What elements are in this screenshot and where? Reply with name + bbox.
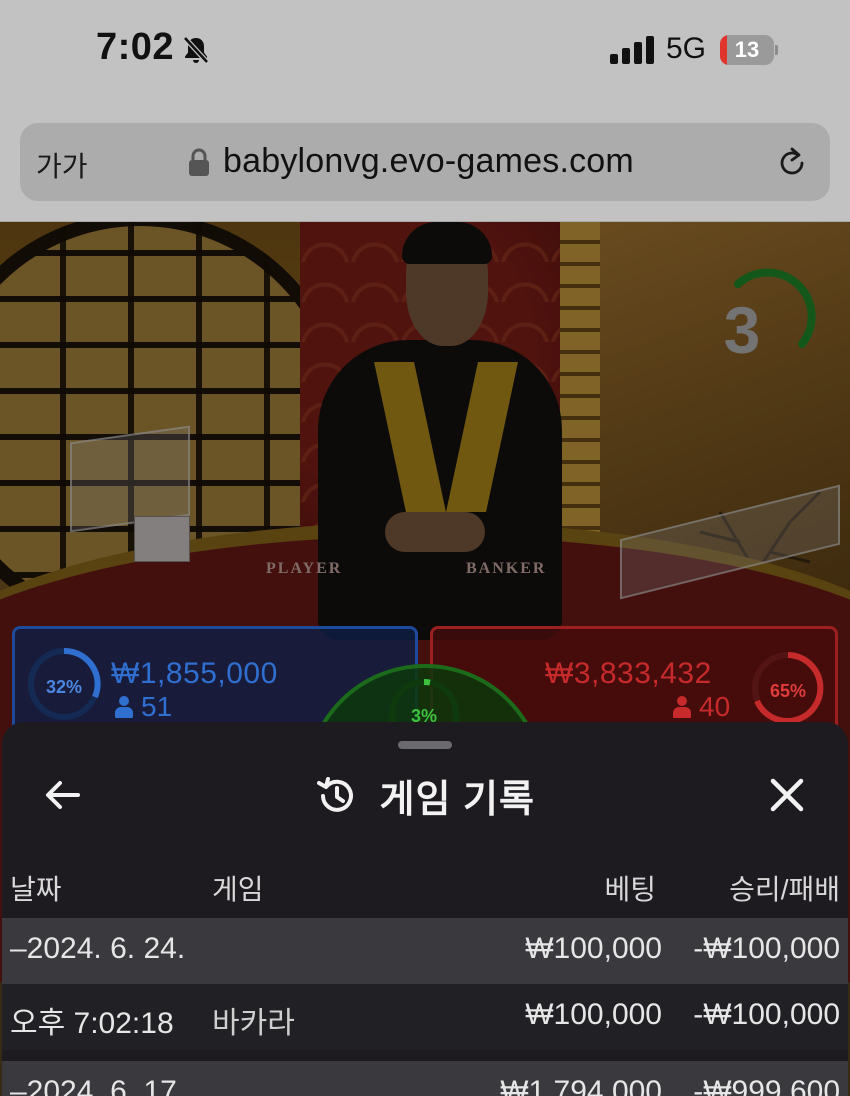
player-percent: 32% [45, 677, 83, 697]
text-size-button[interactable]: 가가 [36, 145, 88, 185]
network-type: 5G [666, 32, 707, 65]
player-count: 51 [115, 691, 172, 723]
sheet-title: 게임 기록 [379, 779, 535, 821]
row-date: –2024. 6. 24. [10, 932, 186, 965]
row-bet: ₩100,000 [525, 932, 662, 965]
battery-percent: 13 [734, 37, 760, 62]
row-bet: ₩1,794,000 [500, 1075, 662, 1096]
url-text[interactable]: babylonvg.evo-games.com [223, 142, 634, 181]
bell-slash-icon [183, 36, 209, 64]
column-date: 날짜 [10, 874, 62, 905]
history-date-row[interactable]: –2024. 6. 17. ₩1,794,000 -₩999,600 [2, 1061, 848, 1096]
browser-toolbar: 가가 babylonvg.evo-games.com [0, 100, 850, 222]
banker-percent: 65% [769, 681, 807, 701]
battery-icon: 13 [720, 35, 778, 65]
row-date: –2024. 6. 17. [10, 1075, 186, 1096]
user-icon [673, 696, 691, 718]
row-win-loss: -₩999,600 [693, 1075, 840, 1096]
row-win-loss: -₩100,000 [693, 932, 840, 965]
status-bar: 7:02 5G 13 [0, 0, 850, 100]
banker-count: 40 [673, 691, 730, 723]
game-history-sheet: 게임 기록 날짜 게임 베팅 승리/패배 –2024. 6. 24. ₩100,… [2, 722, 848, 1096]
column-game: 게임 [212, 874, 264, 905]
history-icon [317, 776, 354, 812]
banker-total-amount: ₩3,833,432 [545, 657, 712, 690]
column-win-loss: 승리/패배 [729, 874, 840, 905]
reload-icon[interactable] [774, 145, 810, 181]
sheet-header: 게임 기록 [2, 768, 848, 821]
status-time: 7:02 [96, 26, 175, 68]
user-icon [115, 696, 133, 718]
player-total-amount: ₩1,855,000 [111, 657, 278, 690]
cellular-signal-icon [610, 36, 654, 64]
sheet-grabber[interactable] [398, 741, 452, 749]
history-game-row[interactable]: 오후 7:02:18 바카라 ₩100,000 -₩100,000 [2, 984, 848, 1050]
row-win-loss: -₩100,000 [693, 998, 840, 1031]
history-column-headers: 날짜 게임 베팅 승리/패배 [2, 862, 848, 918]
row-game: 바카라 [212, 1007, 295, 1040]
address-bar[interactable]: 가가 babylonvg.evo-games.com [20, 123, 830, 201]
lock-icon [189, 148, 209, 176]
row-bet: ₩100,000 [525, 998, 662, 1031]
history-date-row[interactable]: –2024. 6. 24. ₩100,000 -₩100,000 [2, 918, 848, 984]
close-icon[interactable] [764, 772, 810, 818]
row-time: 오후 7:02:18 [10, 1007, 174, 1040]
column-bet: 베팅 [604, 874, 656, 905]
